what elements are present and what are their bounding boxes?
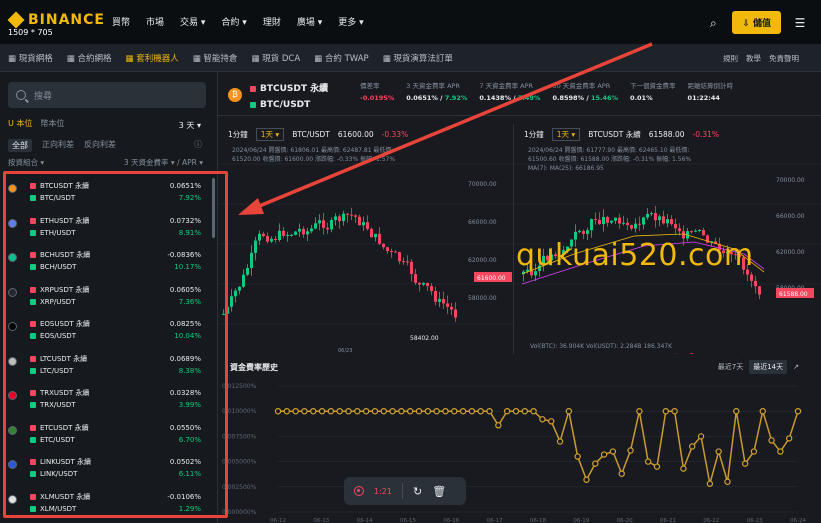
screen-recorder-bar: 1:21 ↻ 🗑 xyxy=(344,477,466,505)
record-stop-icon[interactable] xyxy=(354,486,364,496)
restart-icon[interactable]: ↻ xyxy=(413,485,422,498)
arrow-head xyxy=(238,198,264,215)
divider xyxy=(401,483,403,499)
trash-icon[interactable]: 🗑 xyxy=(432,485,446,498)
watermark-text: qukuai520.com xyxy=(516,238,754,273)
record-time: 1:21 xyxy=(374,486,392,496)
app-window: BINANCE 1509 * 705 買幣 市場 交易 ▾ 合約 ▾ 理財 廣場 ▾ 更多 … xyxy=(0,0,821,523)
arrow-shaft xyxy=(251,42,653,211)
